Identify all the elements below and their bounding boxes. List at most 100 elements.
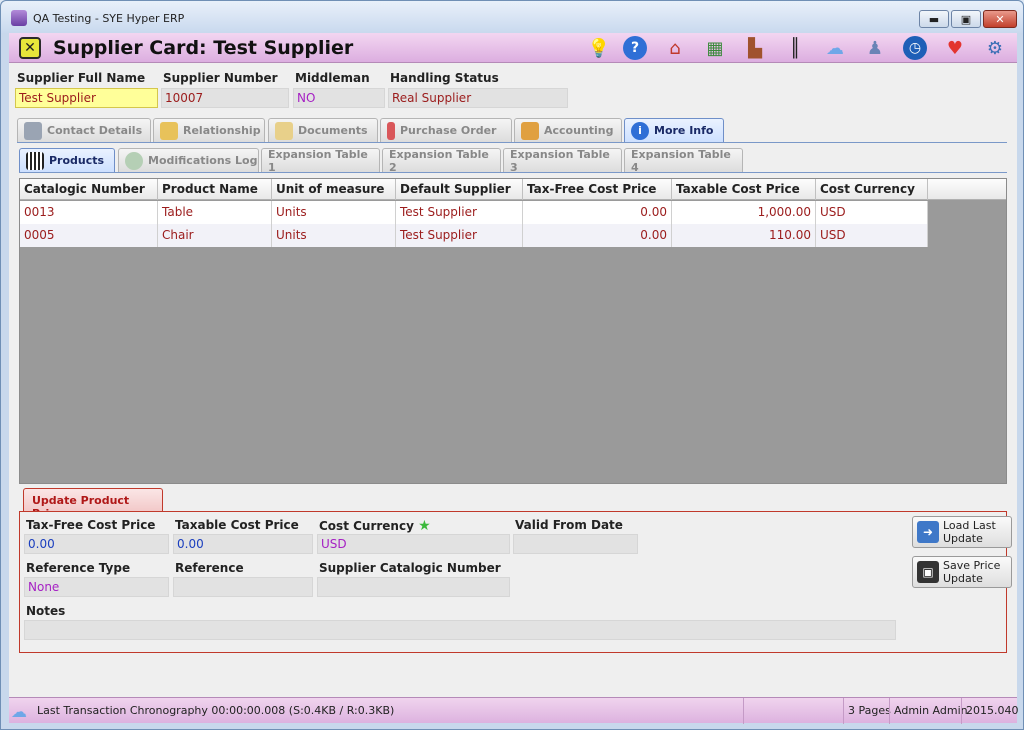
taxable-label: Taxable Cost Price (175, 518, 299, 532)
tab-more-info[interactable]: i More Info (624, 118, 724, 142)
full-name-field[interactable]: Test Supplier (15, 88, 158, 108)
cloud-icon: ☁ (11, 702, 27, 721)
tab-label: Purchase Order (400, 124, 497, 137)
tab-purchase-order[interactable]: Purchase Order (380, 118, 512, 142)
load-last-update-button[interactable]: ➜ Load Last Update (912, 516, 1012, 548)
table-row[interactable]: 0013 Table Units Test Supplier 0.00 1,00… (20, 201, 928, 224)
cell-catalogic-number: 0005 (20, 224, 158, 247)
column-header[interactable]: Tax-Free Cost Price (523, 179, 672, 200)
tab-label: Expansion Table 4 (631, 147, 731, 174)
subtab-expansion-3[interactable]: Expansion Table 3 (503, 147, 622, 174)
tab-label: Contact Details (47, 124, 143, 137)
tab-divider (17, 142, 1007, 143)
cell-currency: USD (816, 224, 928, 247)
cell-unit: Units (272, 201, 396, 224)
lightbulb-icon[interactable]: 💡 (587, 36, 611, 60)
column-header[interactable]: Taxable Cost Price (672, 179, 816, 200)
tab-label: Expansion Table 1 (268, 147, 368, 174)
column-header[interactable]: Cost Currency (816, 179, 928, 200)
supplier-number-field[interactable]: 10007 (161, 88, 289, 108)
close-window-button[interactable]: ✕ (983, 10, 1017, 28)
tab-label: Documents (298, 124, 368, 137)
products-table[interactable]: Catalogic Number Product Name Unit of me… (19, 178, 1007, 484)
currency-label-text: Cost Currency (319, 519, 414, 533)
arrows-icon (160, 121, 178, 140)
tab-documents[interactable]: Documents (268, 118, 378, 142)
help-icon[interactable]: ? (623, 36, 647, 60)
maximize-button[interactable]: ▣ (951, 10, 981, 28)
currency-label: Cost Currency ★ (319, 518, 431, 534)
status-spacer (743, 698, 843, 724)
update-price-tab[interactable]: Update Product Price (23, 488, 163, 520)
save-price-line2: Update (943, 572, 983, 585)
tax-free-field[interactable]: 0.00 (24, 534, 169, 554)
reference-field[interactable] (173, 577, 313, 597)
factory-icon[interactable]: ▙ (743, 36, 767, 60)
tab-contact-details[interactable]: Contact Details (17, 118, 151, 142)
supplier-number-label: Supplier Number (163, 71, 278, 85)
column-header[interactable]: Default Supplier (396, 179, 523, 200)
tab-label: Products (49, 154, 105, 167)
reference-type-field[interactable]: None (24, 577, 169, 597)
supplier-catalogic-field[interactable] (317, 577, 510, 597)
subtab-modifications-log[interactable]: Modifications Log (118, 148, 259, 172)
subtab-expansion-1[interactable]: Expansion Table 1 (261, 147, 380, 174)
arrow-right-icon: ➜ (917, 521, 939, 543)
currency-field[interactable]: USD (317, 534, 510, 554)
taxable-field[interactable]: 0.00 (173, 534, 313, 554)
load-last-line1: Load Last (943, 519, 996, 532)
middleman-label: Middleman (295, 71, 370, 85)
save-price-update-button[interactable]: ▣ Save Price Update (912, 556, 1012, 588)
cell-tax-free-price: 0.00 (523, 201, 672, 224)
cell-taxable-price: 1,000.00 (672, 201, 816, 224)
close-card-button[interactable]: ✕ (19, 37, 41, 59)
subtab-expansion-2[interactable]: Expansion Table 2 (382, 148, 501, 174)
cell-default-supplier: Test Supplier (396, 224, 523, 247)
cell-tax-free-price: 0.00 (523, 224, 672, 247)
tab-label: Modifications Log (148, 154, 258, 167)
app-window: QA Testing - SYE Hyper ERP ▬ ▣ ✕ ✕ Suppl… (0, 0, 1024, 730)
reference-type-label: Reference Type (26, 561, 131, 575)
valid-from-field[interactable] (513, 534, 638, 554)
tab-label: Relationship (183, 124, 261, 137)
tab-label: Expansion Table 3 (510, 147, 610, 174)
save-price-label: Save Price Update (943, 559, 1000, 585)
column-header[interactable]: Catalogic Number (20, 179, 158, 200)
middleman-field[interactable]: NO (293, 88, 385, 108)
home-icon[interactable]: ⌂ (663, 36, 687, 60)
bookmark-icon (387, 121, 395, 140)
page-title: Supplier Card: Test Supplier (53, 37, 354, 59)
app-logo-icon (11, 10, 27, 26)
tab-accounting[interactable]: Accounting (514, 118, 622, 142)
history-icon (125, 151, 143, 170)
column-header[interactable]: Unit of measure (272, 179, 396, 200)
cell-taxable-price: 110.00 (672, 224, 816, 247)
column-header[interactable]: Product Name (158, 179, 272, 200)
minimize-button[interactable]: ▬ (919, 10, 949, 28)
table-header: Catalogic Number Product Name Unit of me… (20, 179, 1006, 200)
money-icon[interactable]: ▦ (703, 36, 727, 60)
clock-icon[interactable]: ◷ (903, 36, 927, 60)
client-area: ✕ Supplier Card: Test Supplier 💡 ? ⌂ ▦ ▙… (9, 33, 1019, 724)
users-icon[interactable]: ♟ (863, 36, 887, 60)
subtab-expansion-4[interactable]: Expansion Table 4 (624, 147, 743, 174)
cloud-icon[interactable]: ☁ (823, 36, 847, 60)
barcode-icon[interactable]: ║ (783, 36, 807, 60)
barcode-icon (26, 151, 44, 170)
heart-icon[interactable]: ♥ (943, 36, 967, 60)
star-icon: ★ (418, 518, 431, 534)
full-name-label: Supplier Full Name (17, 71, 146, 85)
reference-label: Reference (175, 561, 244, 575)
cell-default-supplier: Test Supplier (396, 201, 523, 224)
notes-field[interactable] (24, 620, 896, 640)
person-icon (24, 121, 42, 140)
table-row[interactable]: 0005 Chair Units Test Supplier 0.00 110.… (20, 224, 928, 247)
card-header: ✕ Supplier Card: Test Supplier 💡 ? ⌂ ▦ ▙… (9, 33, 1017, 63)
handling-status-field[interactable]: Real Supplier (388, 88, 568, 108)
cell-catalogic-number: 0013 (20, 201, 158, 224)
title-bar[interactable]: QA Testing - SYE Hyper ERP ▬ ▣ ✕ (1, 1, 1023, 33)
subtab-products[interactable]: Products (19, 148, 115, 172)
tab-relationship[interactable]: Relationship (153, 118, 265, 142)
settings-icon[interactable]: ⚙ (983, 36, 1007, 60)
coins-icon (521, 121, 539, 140)
